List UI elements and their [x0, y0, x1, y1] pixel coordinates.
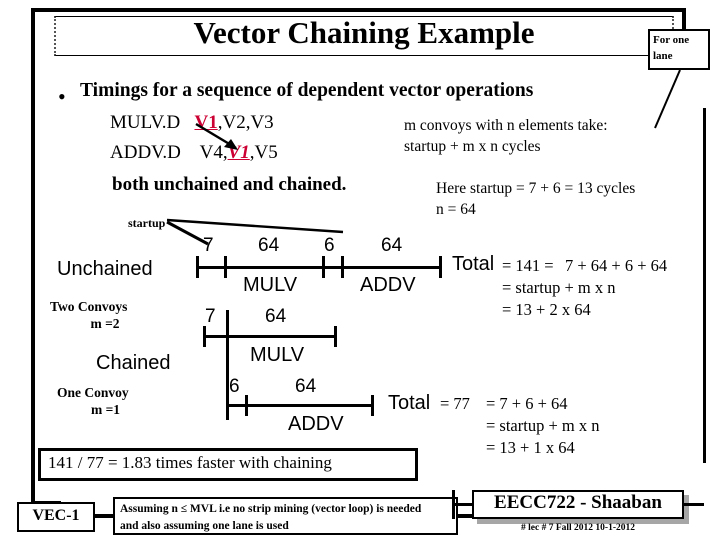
dependency-arrow-icon [195, 122, 238, 150]
two-convoys-label-line2: m =2 [90, 316, 120, 331]
chained-total-equals: = 77 [440, 394, 470, 413]
one-convoy-label-line1: One Convoy [57, 385, 129, 400]
unchained-total-equals: = 141 = [502, 256, 554, 275]
page-title: Vector Chaining Example [193, 15, 535, 50]
instr2-opcode: ADDV.D [110, 142, 181, 163]
two-convoys-label-line1: Two Convoys [50, 299, 128, 314]
assumption-connector-line [458, 514, 472, 518]
chained-calc-line-3: = 13 + 1 x 64 [486, 438, 575, 457]
course-meta: # lec # 7 Fall 2012 10-1-2012 [521, 523, 635, 533]
assumption-line-2: and also assuming one lane is used [120, 519, 289, 532]
instr1-opcode: MULV.D [110, 112, 181, 133]
slide-canvas: Vector Chaining Example For one lane • T… [0, 0, 720, 540]
note-n-value: n = 64 [436, 201, 476, 218]
both-unchained-chained-text: both unchained and chained. [112, 174, 347, 195]
chained-mulv-startup-value: 7 [205, 306, 216, 327]
chained-calc-line-2: = startup + m x n [486, 416, 600, 435]
assumption-text: Assuming n ≤ MVL i.e no strip mining (ve… [120, 501, 456, 534]
for-one-lane-callout: For one lane [648, 29, 710, 70]
unchained-mulv-label: MULV [243, 274, 298, 296]
chained-addv-tick-end [371, 395, 374, 416]
unchained-addv-label: ADDV [360, 274, 416, 296]
chained-addv-label: ADDV [288, 413, 344, 435]
course-bracket-left-arm [452, 503, 472, 506]
chained-mulv-axis [203, 335, 337, 338]
chained-caption: Chained [96, 352, 171, 374]
callout-line-1: For one [653, 34, 690, 46]
chained-mulv-label: MULV [250, 344, 305, 366]
bullet-text: Timings for a sequence of dependent vect… [80, 80, 534, 101]
chained-total-word: Total [388, 392, 431, 414]
unchained-timeline-axis [196, 266, 442, 269]
unchained-seg1-value: 7 [203, 235, 214, 256]
chained-mulv-tick-start [203, 326, 206, 347]
unchained-calc-line-1: 7 + 64 + 6 + 64 [565, 256, 668, 275]
chained-addv-startup-value: 6 [229, 376, 240, 397]
chained-addv-length-value: 64 [295, 376, 317, 397]
one-convoy-label-line2: m =1 [90, 402, 121, 417]
course-bracket-right-arm [684, 503, 704, 506]
unchained-seg2-value: 64 [258, 235, 280, 256]
vec-connector-line [95, 514, 114, 518]
callout-leader-line [654, 70, 681, 129]
unchained-total-word: Total [452, 253, 495, 275]
unchained-tick-addv-end [439, 256, 442, 278]
chained-calc-line-1: = 7 + 6 + 64 [486, 394, 568, 413]
unchained-calc-line-2: = startup + m x n [502, 278, 616, 297]
chained-addv-tick-start [245, 395, 248, 416]
frame-left-border [31, 8, 35, 505]
unchained-tick-addv-start [341, 256, 344, 278]
unchained-seg4-value: 64 [381, 235, 403, 256]
unchained-tick-start [196, 256, 199, 278]
right-vertical-rule [703, 108, 706, 463]
callout-line-2: lane [653, 49, 673, 62]
note-startup-value: Here startup = 7 + 6 = 13 cycles [436, 180, 636, 197]
unchained-seg3-value: 6 [324, 235, 335, 256]
chained-addv-axis [226, 404, 374, 407]
chained-mulv-length-value: 64 [265, 306, 287, 327]
frame-top-border [31, 8, 686, 12]
unchained-tick-mulv-end [322, 256, 325, 278]
vec-label-text: VEC-1 [32, 507, 80, 524]
bullet-marker: • [58, 84, 66, 109]
note-formula: startup + m x n cycles [404, 138, 541, 155]
speedup-text: 141 / 77 = 1.83 times faster with chaini… [48, 453, 332, 472]
assumption-line-1: Assuming n ≤ MVL i.e no strip mining (ve… [120, 503, 422, 515]
note-convoys: m convoys with n elements take: [404, 117, 608, 134]
chained-mulv-tick-end [334, 326, 337, 347]
unchained-caption: Unchained [57, 258, 153, 280]
unchained-calc-line-3: = 13 + 2 x 64 [502, 300, 591, 319]
course-title: EECC722 - Shaaban [494, 492, 662, 513]
unchained-tick-mulv-start [224, 256, 227, 278]
